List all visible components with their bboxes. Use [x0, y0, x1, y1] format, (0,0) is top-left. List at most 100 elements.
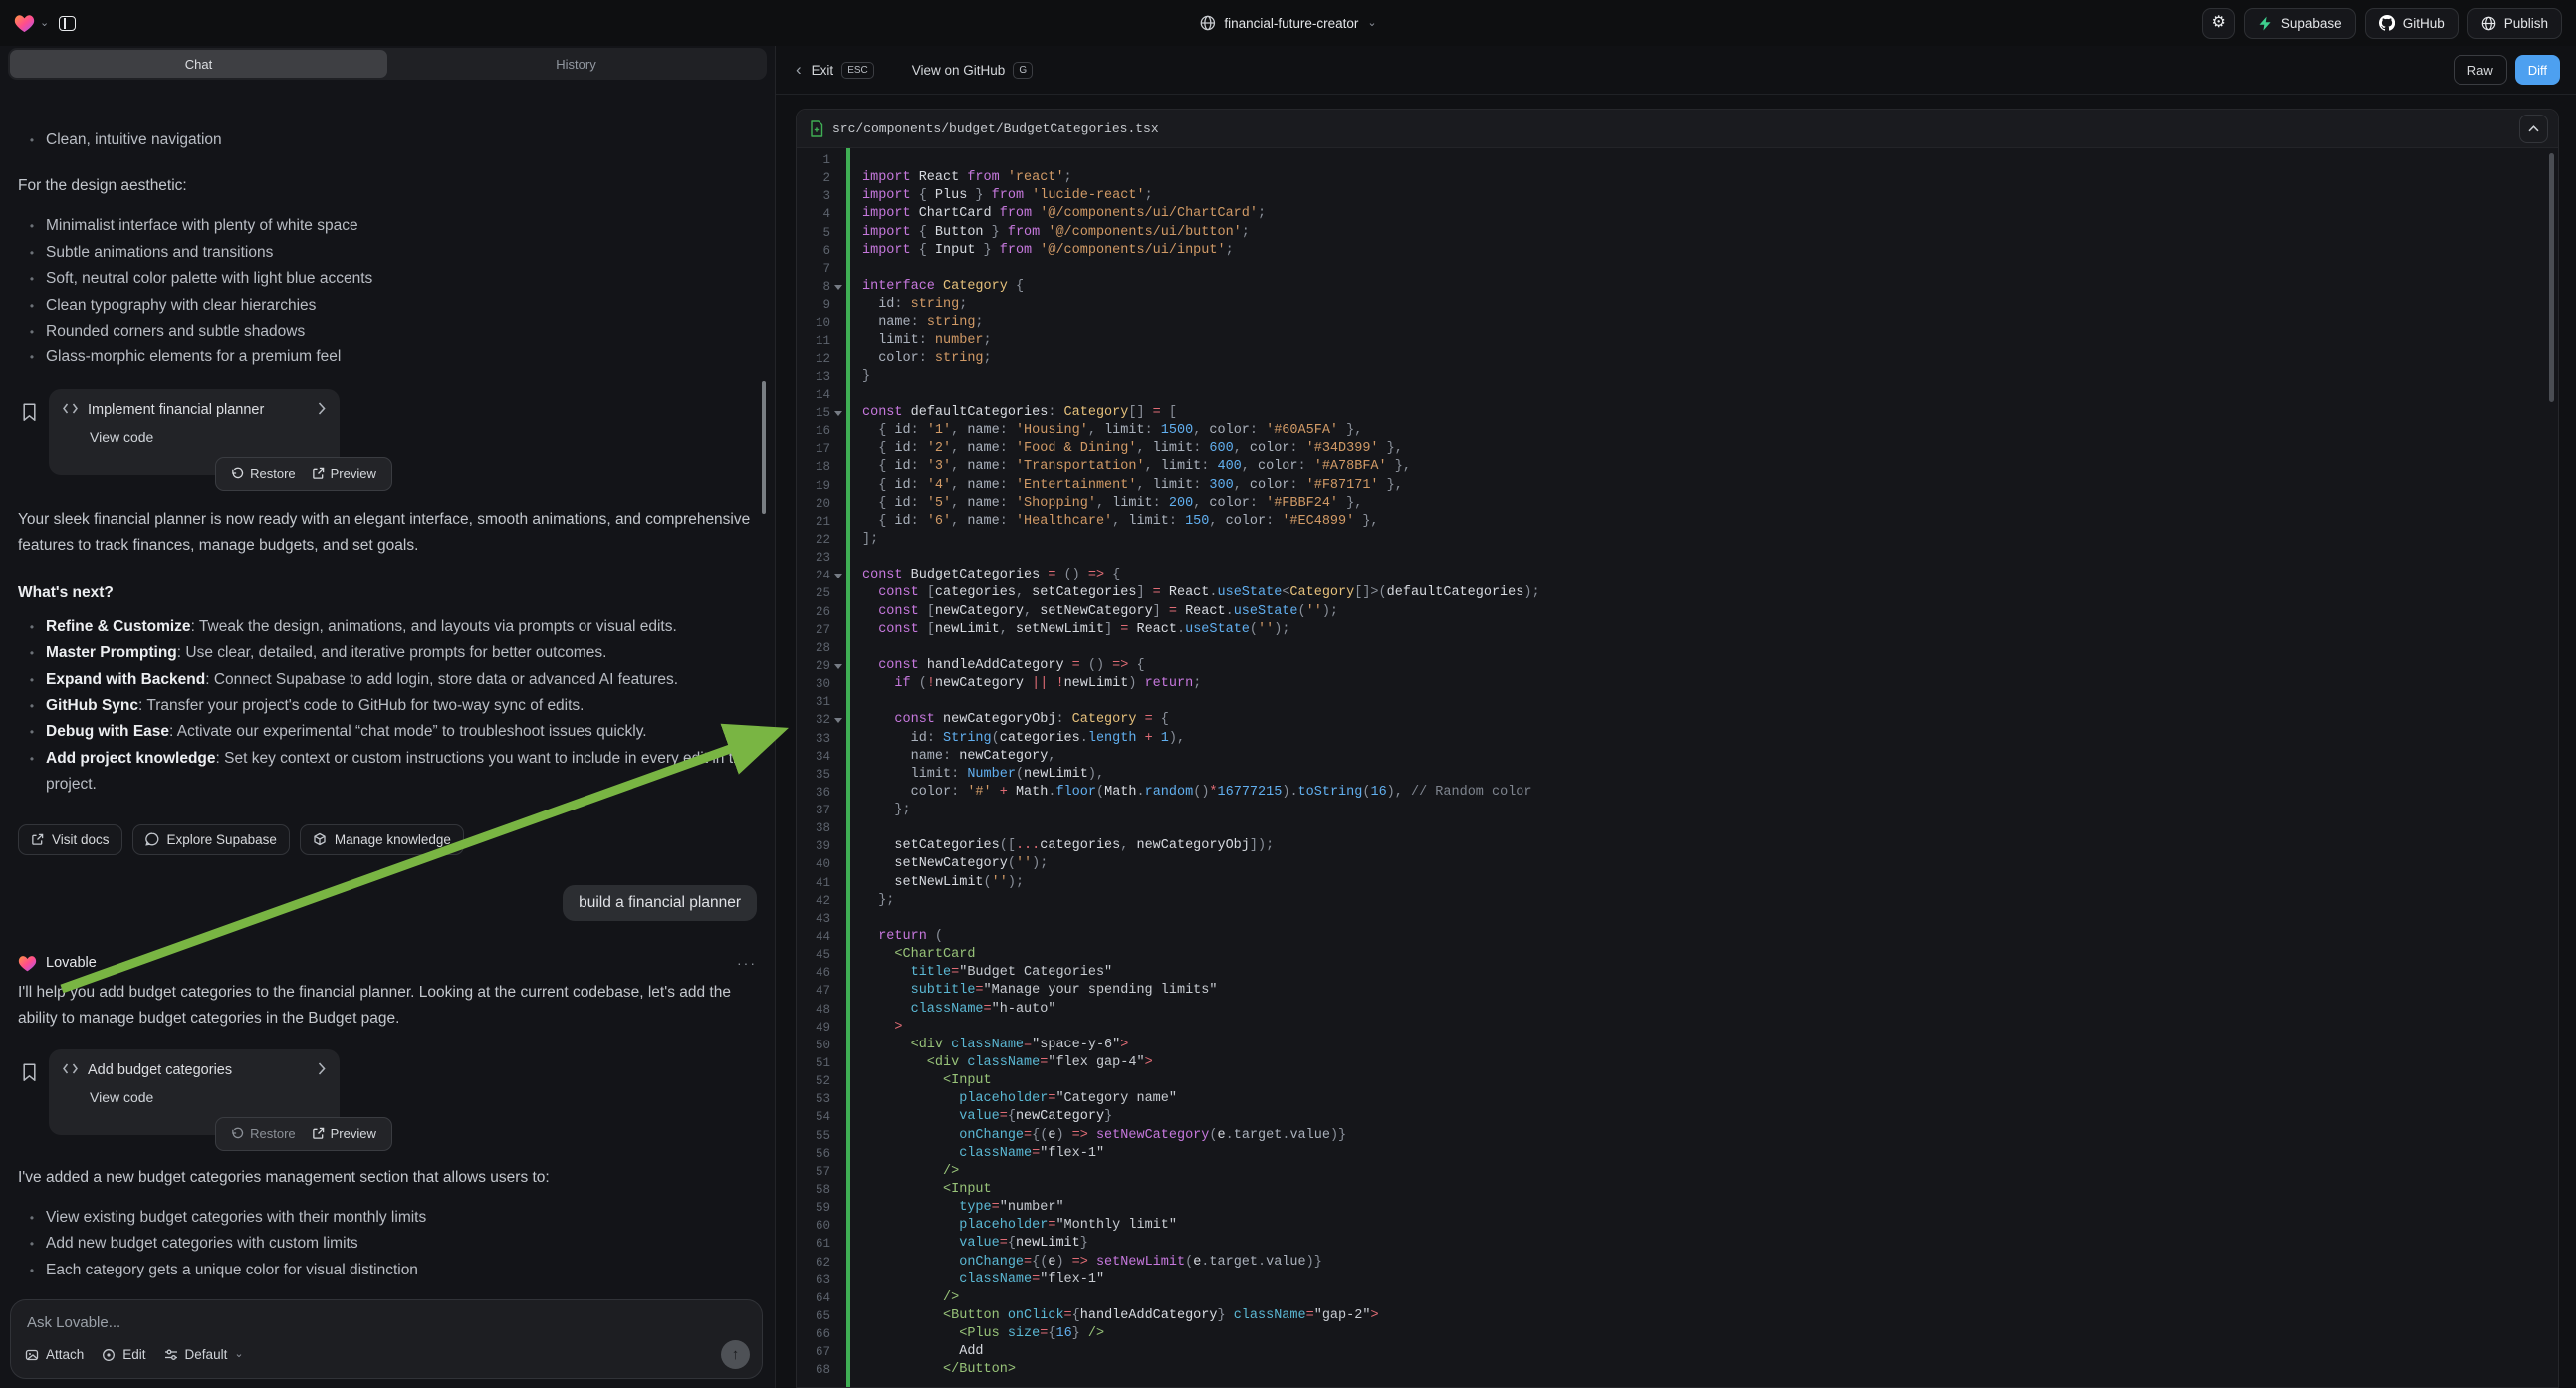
line-number: 8 [803, 278, 830, 296]
settings-button[interactable]: ⚙ [2202, 8, 2235, 39]
line-number: 46 [803, 964, 830, 982]
line-number: 18 [803, 458, 830, 476]
code-line: 56 className="flex-1" [803, 1145, 2558, 1163]
line-number: 48 [803, 1001, 830, 1019]
code-editor[interactable]: 12import React from 'react';3import { Pl… [797, 148, 2558, 1387]
code-line: 66 <Plus size={16} /> [803, 1325, 2558, 1343]
restore-button[interactable]: Restore [231, 466, 296, 481]
list-item: Debug with Ease: Activate our experiment… [18, 719, 757, 745]
publish-globe-icon [2481, 16, 2496, 31]
exit-button[interactable]: ‹ Exit ESC [796, 60, 874, 80]
visit-docs-button[interactable]: Visit docs [18, 824, 122, 855]
supabase-button[interactable]: Supabase [2244, 8, 2356, 39]
fold-chevron-icon[interactable] [830, 657, 844, 675]
publish-button[interactable]: Publish [2467, 8, 2562, 39]
code-line: 29 const handleAddCategory = () => { [803, 657, 2558, 675]
fold-chevron-icon[interactable] [830, 711, 844, 729]
code-line: 44 return ( [803, 928, 2558, 946]
user-message: build a financial planner [563, 885, 757, 921]
gear-icon: ⚙ [2212, 15, 2225, 31]
view-on-github-button[interactable]: View on GitHub G [912, 62, 1033, 79]
assistant-paragraph: I've added a new budget categories manag… [18, 1165, 757, 1191]
chat-bubble-icon [145, 832, 159, 846]
manage-knowledge-button[interactable]: Manage knowledge [300, 824, 464, 855]
chat-panel: Chat History Clean, intuitive navigation… [0, 46, 776, 1388]
lovable-heart-icon [18, 955, 37, 972]
fold-chevron-icon[interactable] [830, 278, 844, 296]
line-number: 49 [803, 1019, 830, 1037]
view-code-link[interactable]: View code [90, 1089, 326, 1105]
user-message-row: build a financial planner [18, 885, 757, 921]
collapse-file-button[interactable] [2519, 115, 2548, 143]
github-button[interactable]: GitHub [2365, 8, 2459, 39]
line-number: 29 [803, 657, 830, 675]
version-card-title: Add budget categories [88, 1062, 232, 1078]
bookmark-icon[interactable] [22, 1063, 37, 1087]
project-name: financial-future-creator [1224, 16, 1358, 31]
code-line: 20 { id: '5', name: 'Shopping', limit: 2… [803, 495, 2558, 513]
code-line: 5import { Button } from '@/components/ui… [803, 224, 2558, 242]
quick-actions: Visit docs Explore Supabase Manage knowl… [18, 824, 757, 855]
code-line: 42 }; [803, 892, 2558, 910]
chevron-right-icon [318, 1062, 326, 1079]
bookmark-icon[interactable] [22, 403, 37, 427]
bullet-dot [18, 345, 46, 370]
tab-history[interactable]: History [387, 50, 765, 78]
code-scrollbar[interactable] [2549, 153, 2554, 402]
chevron-down-icon: ⌄ [234, 1349, 243, 1360]
code-line: 23 [803, 549, 2558, 567]
mode-select[interactable]: Default ⌄ [164, 1347, 244, 1362]
top-bar: ⌄ financial-future-creator ⌄ ⚙ Supabase … [0, 0, 2576, 46]
line-number: 26 [803, 603, 830, 621]
line-number: 61 [803, 1235, 830, 1253]
line-number: 17 [803, 440, 830, 458]
edit-button[interactable]: Edit [102, 1347, 145, 1362]
line-number: 34 [803, 748, 830, 766]
chat-input-box[interactable]: Ask Lovable... Attach Edit Default ⌄ [10, 1299, 763, 1379]
explore-supabase-button[interactable]: Explore Supabase [132, 824, 290, 855]
preview-button[interactable]: Preview [312, 466, 376, 481]
code-line: 50 <div className="space-y-6"> [803, 1037, 2558, 1054]
lovable-app: ⌄ financial-future-creator ⌄ ⚙ Supabase … [0, 0, 2576, 1388]
lovable-heart-icon [14, 14, 35, 33]
line-number: 9 [803, 296, 830, 314]
send-button[interactable]: ↑ [721, 1340, 750, 1369]
preview-button[interactable]: Preview [312, 1126, 376, 1141]
diff-added-gutter [846, 148, 850, 1387]
diff-toggle-button[interactable]: Diff [2515, 55, 2560, 85]
restore-button[interactable]: Restore [231, 1126, 296, 1141]
code-line: 4import ChartCard from '@/components/ui/… [803, 205, 2558, 223]
external-link-icon [31, 833, 44, 846]
line-number: 39 [803, 837, 830, 855]
project-switcher[interactable]: financial-future-creator ⌄ [1199, 15, 1376, 31]
g-kbd: G [1013, 62, 1033, 79]
toggle-sidebar-icon[interactable] [59, 16, 76, 31]
bullet-dot [18, 614, 46, 640]
tab-chat[interactable]: Chat [10, 50, 387, 78]
line-number: 53 [803, 1090, 830, 1108]
list-item: Clean typography with clear hierarchies [18, 293, 757, 319]
line-number: 56 [803, 1145, 830, 1163]
fold-chevron-icon[interactable] [830, 567, 844, 584]
view-code-link[interactable]: View code [90, 429, 326, 445]
code-line: 7 [803, 260, 2558, 278]
code-line: 18 { id: '3', name: 'Transportation', li… [803, 458, 2558, 476]
message-menu-icon[interactable]: ··· [737, 955, 757, 971]
line-number: 4 [803, 205, 830, 223]
version-card-row: Implement financial planner View code [18, 389, 757, 491]
fold-chevron-icon[interactable] [830, 404, 844, 422]
code-line: 26 const [newCategory, setNewCategory] =… [803, 603, 2558, 621]
aesthetic-list: Minimalist interface with plenty of whit… [18, 213, 757, 370]
line-number: 6 [803, 242, 830, 260]
attach-button[interactable]: Attach [25, 1347, 84, 1362]
code-line: 53 placeholder="Category name" [803, 1090, 2558, 1108]
chat-scrollbar[interactable] [762, 381, 766, 514]
line-number: 11 [803, 332, 830, 349]
code-line: 33 id: String(categories.length + 1), [803, 730, 2558, 748]
chevron-right-icon [318, 402, 326, 419]
file-header[interactable]: src/components/budget/BudgetCategories.t… [797, 110, 2558, 148]
lovable-logo-menu[interactable]: ⌄ [14, 14, 49, 33]
raw-toggle-button[interactable]: Raw [2454, 55, 2507, 85]
line-number: 28 [803, 639, 830, 657]
globe-icon [1199, 15, 1215, 31]
